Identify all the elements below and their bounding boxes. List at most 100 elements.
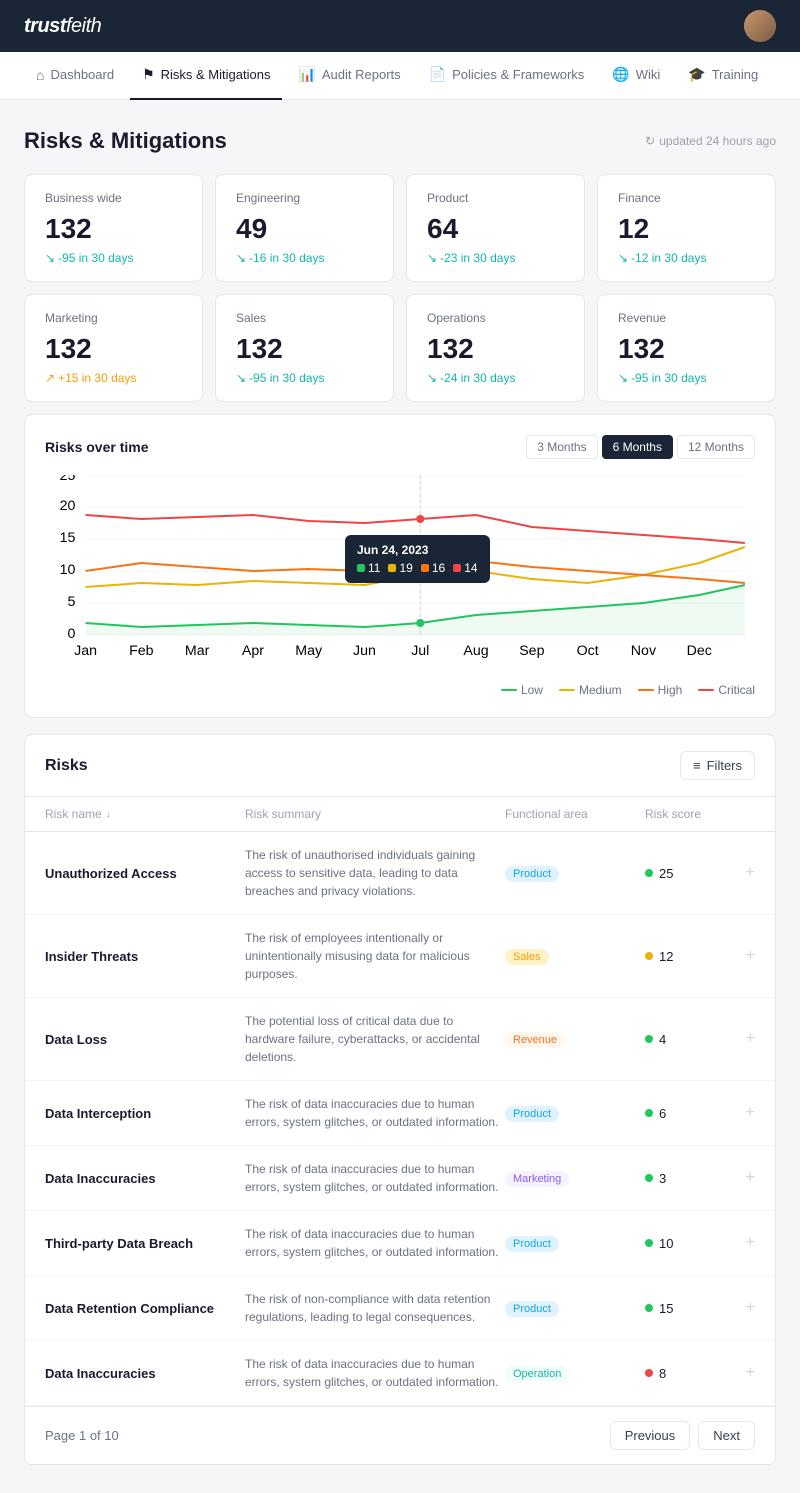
- table-row: Unauthorized Access The risk of unauthor…: [25, 832, 775, 915]
- risks-title: Risks: [45, 757, 88, 775]
- chart-area: 0 5 10 15 20 25 Jan Feb Mar: [45, 475, 755, 675]
- svg-text:Aug: Aug: [463, 642, 488, 658]
- risk-name: Insider Threats: [45, 949, 245, 964]
- add-button[interactable]: +: [746, 947, 755, 965]
- tooltip-high: 16: [421, 561, 445, 575]
- score-dot: [645, 1239, 653, 1247]
- legend-medium: Medium: [559, 683, 622, 697]
- tooltip-critical: 14: [453, 561, 477, 575]
- page-info: Page 1 of 10: [45, 1428, 119, 1443]
- add-button[interactable]: +: [746, 1169, 755, 1187]
- card-label: Engineering: [236, 191, 373, 205]
- card-change: ↘ -95 in 30 days: [618, 371, 755, 385]
- next-button[interactable]: Next: [698, 1421, 755, 1450]
- table-row: Data Inaccuracies The risk of data inacc…: [25, 1146, 775, 1211]
- refresh-icon: ↻: [645, 134, 655, 148]
- risk-summary: The risk of data inaccuracies due to hum…: [245, 1225, 505, 1261]
- trend-down-icon: ↘: [618, 371, 628, 385]
- trend-down-icon: ↘: [45, 251, 55, 265]
- svg-text:Feb: Feb: [129, 642, 154, 658]
- nav-audit[interactable]: 📊 Audit Reports: [286, 52, 412, 100]
- nav-dashboard[interactable]: ⌂ Dashboard: [24, 52, 126, 100]
- table-row: Data Inaccuracies The risk of data inacc…: [25, 1341, 775, 1406]
- add-button[interactable]: +: [746, 1299, 755, 1317]
- risk-summary: The risk of employees intentionally or u…: [245, 929, 505, 983]
- functional-area: Product: [505, 1299, 645, 1317]
- previous-button[interactable]: Previous: [610, 1421, 691, 1450]
- table-row: Data Interception The risk of data inacc…: [25, 1081, 775, 1146]
- add-button[interactable]: +: [746, 1104, 755, 1122]
- risk-score: 15: [645, 1301, 673, 1316]
- card-change: ↘ -12 in 30 days: [618, 251, 755, 265]
- table-row: Data Loss The potential loss of critical…: [25, 998, 775, 1081]
- navigation: ⌂ Dashboard ⚑ Risks & Mitigations 📊 Audi…: [0, 52, 800, 100]
- nav-policies[interactable]: 📄 Policies & Frameworks: [417, 52, 597, 100]
- nav-risks[interactable]: ⚑ Risks & Mitigations: [130, 52, 282, 100]
- chart-tooltip: Jun 24, 2023 11 19 16: [345, 535, 490, 583]
- pagination: Page 1 of 10 Previous Next: [25, 1406, 775, 1464]
- card-change: ↘ -95 in 30 days: [236, 371, 373, 385]
- tooltip-values: 11 19 16 14: [357, 561, 478, 575]
- card-change: ↘ -23 in 30 days: [427, 251, 564, 265]
- score-dot: [645, 1369, 653, 1377]
- risk-summary: The risk of non-compliance with data ret…: [245, 1290, 505, 1326]
- risk-name: Data Retention Compliance: [45, 1301, 245, 1316]
- trend-down-icon: ↘: [236, 371, 246, 385]
- risk-name: Unauthorized Access: [45, 866, 245, 881]
- chart-btn-12months[interactable]: 12 Months: [677, 435, 755, 459]
- svg-text:Sep: Sep: [519, 642, 544, 658]
- chart-buttons: 3 Months 6 Months 12 Months: [526, 435, 755, 459]
- tooltip-medium: 19: [388, 561, 412, 575]
- card-label: Sales: [236, 311, 373, 325]
- filter-button[interactable]: ≡ Filters: [680, 751, 755, 780]
- training-icon: 🎓: [688, 66, 705, 83]
- score-dot: [645, 1035, 653, 1043]
- risk-score: 3: [645, 1171, 666, 1186]
- col-risk-name: Risk name ↓: [45, 807, 245, 821]
- add-button[interactable]: +: [746, 864, 755, 882]
- chart-btn-6months[interactable]: 6 Months: [602, 435, 673, 459]
- risk-score: 6: [645, 1106, 666, 1121]
- risk-name: Data Inaccuracies: [45, 1366, 245, 1381]
- nav-wiki[interactable]: 🌐 Wiki: [600, 52, 672, 100]
- card-operations: Operations 132 ↘ -24 in 30 days: [406, 294, 585, 402]
- card-engineering: Engineering 49 ↘ -16 in 30 days: [215, 174, 394, 282]
- svg-text:Oct: Oct: [577, 642, 599, 658]
- functional-area: Product: [505, 1104, 645, 1122]
- risk-summary: The risk of data inaccuracies due to hum…: [245, 1095, 505, 1131]
- functional-area: Marketing: [505, 1169, 645, 1187]
- avatar[interactable]: [744, 10, 776, 42]
- policies-icon: 📄: [429, 66, 446, 83]
- score-dot: [645, 952, 653, 960]
- card-change: ↘ -95 in 30 days: [45, 251, 182, 265]
- add-button[interactable]: +: [746, 1234, 755, 1252]
- risk-score: 10: [645, 1236, 673, 1251]
- table-header: Risk name ↓ Risk summary Functional area…: [25, 797, 775, 832]
- card-label: Finance: [618, 191, 755, 205]
- svg-text:20: 20: [60, 497, 76, 513]
- card-value: 132: [618, 333, 755, 365]
- add-button[interactable]: +: [746, 1364, 755, 1382]
- card-value: 132: [427, 333, 564, 365]
- svg-text:Jul: Jul: [411, 642, 429, 658]
- chart-section: Risks over time 3 Months 6 Months 12 Mon…: [24, 414, 776, 718]
- svg-text:Nov: Nov: [631, 642, 656, 658]
- add-button[interactable]: +: [746, 1030, 755, 1048]
- nav-training[interactable]: 🎓 Training: [676, 52, 770, 100]
- score-dot: [645, 869, 653, 877]
- table-row: Insider Threats The risk of employees in…: [25, 915, 775, 998]
- chart-btn-3months[interactable]: 3 Months: [526, 435, 597, 459]
- risk-summary: The potential loss of critical data due …: [245, 1012, 505, 1066]
- svg-text:Jun: Jun: [353, 642, 376, 658]
- card-product: Product 64 ↘ -23 in 30 days: [406, 174, 585, 282]
- risks-header: Risks ≡ Filters: [25, 735, 775, 797]
- card-label: Product: [427, 191, 564, 205]
- svg-text:25: 25: [60, 475, 76, 483]
- page-header: Risks & Mitigations ↻ updated 24 hours a…: [24, 128, 776, 154]
- card-label: Revenue: [618, 311, 755, 325]
- risk-score: 25: [645, 866, 673, 881]
- trend-down-icon: ↘: [427, 251, 437, 265]
- risk-name: Third-party Data Breach: [45, 1236, 245, 1251]
- card-value: 132: [45, 333, 182, 365]
- card-change: ↘ -24 in 30 days: [427, 371, 564, 385]
